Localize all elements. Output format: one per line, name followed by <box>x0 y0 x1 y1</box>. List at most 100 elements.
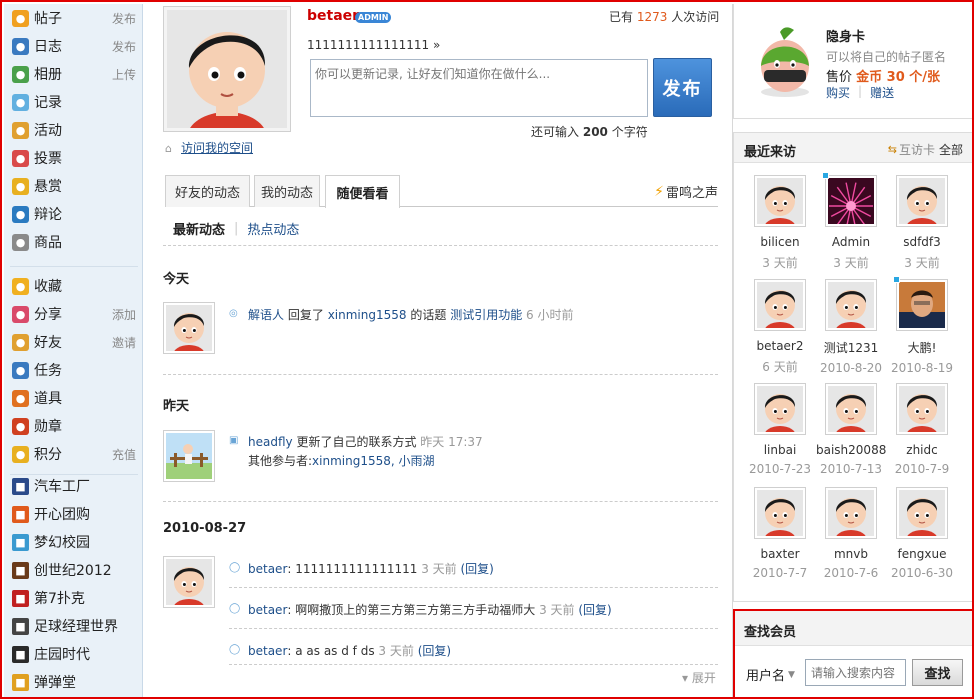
sidebar-item-action[interactable]: 发布 <box>112 10 136 27</box>
reply-link[interactable]: (回复) <box>578 601 611 618</box>
sidebar-item-action[interactable]: 发布 <box>112 38 136 55</box>
sidebar-item-action[interactable]: 上传 <box>112 66 136 83</box>
gift-link[interactable]: 赠送 <box>870 84 894 101</box>
visitor-item[interactable]: fengxue 2010-6-30 <box>887 487 957 591</box>
search-input[interactable] <box>805 659 906 686</box>
profile-username[interactable]: betaer <box>307 8 359 24</box>
sidebar-item2-4[interactable]: ● 道具 <box>12 386 136 410</box>
feed-avatar[interactable] <box>163 556 215 619</box>
sidebar-item-action[interactable]: 充值 <box>112 446 136 463</box>
visitor-item[interactable]: Admin 3 天前 <box>816 172 886 279</box>
visitor-name[interactable]: betaer2 <box>745 339 815 353</box>
app-item-6[interactable]: ■ 庄园时代 <box>12 642 136 666</box>
subtab-latest[interactable]: 最新动态 <box>173 219 225 238</box>
visitor-name[interactable]: bilicen <box>745 235 815 249</box>
ninja-card-icon[interactable] <box>750 22 820 98</box>
visitor-name[interactable]: fengxue <box>887 547 957 561</box>
search-type-select[interactable]: 用户名 ▼ <box>746 665 795 684</box>
feed-user[interactable]: headfly <box>248 435 293 449</box>
reply-link[interactable]: (回复) <box>418 642 451 659</box>
all-visitors-link[interactable]: 全部 <box>939 141 963 158</box>
visitor-name[interactable]: sdfdf3 <box>887 235 957 249</box>
subtab-hot[interactable]: 热点动态 <box>247 219 299 238</box>
visitor-name[interactable]: Admin <box>816 235 886 249</box>
visitor-name[interactable]: baish20088 <box>816 443 886 457</box>
sidebar-item-1[interactable]: ● 日志 发布 <box>12 34 136 58</box>
sidebar-item-8[interactable]: ● 商品 <box>12 230 136 254</box>
visitor-item[interactable]: baxter 2010-7-7 <box>745 487 815 591</box>
visitor-item[interactable]: mnvb 2010-7-6 <box>816 487 886 591</box>
sidebar-item-2[interactable]: ● 相册 上传 <box>12 62 136 86</box>
tab-my-feed[interactable]: 我的动态 <box>254 175 320 207</box>
visitor-avatar[interactable] <box>893 276 948 331</box>
sidebar-item-0[interactable]: ● 帖子 发布 <box>12 6 136 30</box>
visitor-item[interactable]: betaer2 6 天前 <box>745 279 815 383</box>
publish-button[interactable]: 发布 <box>653 58 712 117</box>
current-status[interactable]: 1111111111111111 » <box>307 38 440 52</box>
tab-browse[interactable]: 随便看看 <box>325 175 400 208</box>
app-item-5[interactable]: ■ 足球经理世界 <box>12 614 136 638</box>
visitor-item[interactable]: sdfdf3 3 天前 <box>887 175 957 279</box>
visitor-avatar[interactable] <box>754 279 806 342</box>
feed-user[interactable]: betaer <box>248 603 287 617</box>
visitor-name[interactable]: 大鹏! <box>887 339 957 356</box>
visitor-avatar[interactable] <box>754 175 806 238</box>
feed-avatar[interactable] <box>163 430 215 482</box>
sidebar-item2-6[interactable]: ● 积分 充值 <box>12 442 136 466</box>
profile-avatar[interactable] <box>163 6 291 164</box>
visitor-item[interactable]: zhidc 2010-7-9 <box>887 383 957 487</box>
visitor-avatar[interactable] <box>896 383 948 446</box>
visitor-avatar[interactable] <box>825 279 877 342</box>
visitor-avatar[interactable] <box>822 172 877 230</box>
visitor-name[interactable]: linbai <box>745 443 815 457</box>
visitor-name[interactable]: mnvb <box>816 547 886 561</box>
visitor-item[interactable]: bilicen 3 天前 <box>745 175 815 279</box>
feed-user[interactable]: 解语人 <box>248 306 284 323</box>
feed-target[interactable]: xinming1558 <box>328 308 407 322</box>
sidebar-item2-3[interactable]: ● 任务 <box>12 358 136 382</box>
sidebar-item-action[interactable]: 邀请 <box>112 334 136 351</box>
feed-topic[interactable]: 测试引用功能 <box>450 306 522 323</box>
swap-card-link[interactable]: 互访卡 <box>899 141 935 158</box>
visitor-name[interactable]: baxter <box>745 547 815 561</box>
feed-user[interactable]: betaer <box>248 562 287 576</box>
app-item-1[interactable]: ■ 开心团购 <box>12 502 136 526</box>
visitor-item[interactable]: baish20088 2010-7-13 <box>816 383 886 487</box>
sidebar-item-action[interactable]: 添加 <box>112 306 136 323</box>
status-input[interactable] <box>310 59 648 117</box>
search-button[interactable]: 查找 <box>912 659 963 686</box>
sidebar-item-7[interactable]: ● 辩论 <box>12 202 136 226</box>
reply-link[interactable]: (回复) <box>461 560 494 577</box>
sidebar-item2-2[interactable]: ● 好友 邀请 <box>12 330 136 354</box>
visitor-item[interactable]: 测试1231 2010-8-20 <box>816 279 886 383</box>
app-item-0[interactable]: ■ 汽车工厂 <box>12 474 136 498</box>
app-item-7[interactable]: ■ 弹弹堂 <box>12 670 136 694</box>
visitor-avatar[interactable] <box>825 487 877 550</box>
app-item-3[interactable]: ■ 创世纪2012 <box>12 558 136 582</box>
app-item-4[interactable]: ■ 第7扑克 <box>12 586 136 610</box>
visitor-avatar[interactable] <box>896 175 948 238</box>
sidebar-item-3[interactable]: ● 记录 <box>12 90 136 114</box>
expand-link[interactable]: ▾ 展开 <box>682 669 716 686</box>
sidebar-item-6[interactable]: ● 悬赏 <box>12 174 136 198</box>
sidebar-item-5[interactable]: ● 投票 <box>12 146 136 170</box>
visitor-avatar[interactable] <box>896 487 948 550</box>
tab-friends-feed[interactable]: 好友的动态 <box>165 175 250 207</box>
sidebar-item2-5[interactable]: ● 勋章 <box>12 414 136 438</box>
sidebar-item-4[interactable]: ● 活动 <box>12 118 136 142</box>
visitor-avatar[interactable] <box>754 487 806 550</box>
buy-link[interactable]: 购买 <box>826 84 850 101</box>
feed-user[interactable]: betaer <box>248 644 287 658</box>
feed-avatar[interactable] <box>163 302 215 365</box>
sidebar-item2-0[interactable]: ● 收藏 <box>12 274 136 298</box>
visitor-item[interactable]: linbai 2010-7-23 <box>745 383 815 487</box>
visitor-name[interactable]: 测试1231 <box>816 339 886 356</box>
thunder-link[interactable]: ⚡ 雷鸣之声 <box>654 182 718 202</box>
visit-space-link[interactable]: ⌂ 访问我的空间 <box>165 139 253 156</box>
participants-list[interactable]: xinming1558, 小雨湖 <box>312 452 434 469</box>
visitor-name[interactable]: zhidc <box>887 443 957 457</box>
visitor-avatar[interactable] <box>754 383 806 446</box>
visitor-item[interactable]: 大鹏! 2010-8-19 <box>887 276 957 383</box>
app-item-2[interactable]: ■ 梦幻校园 <box>12 530 136 554</box>
sidebar-item2-1[interactable]: ● 分享 添加 <box>12 302 136 326</box>
